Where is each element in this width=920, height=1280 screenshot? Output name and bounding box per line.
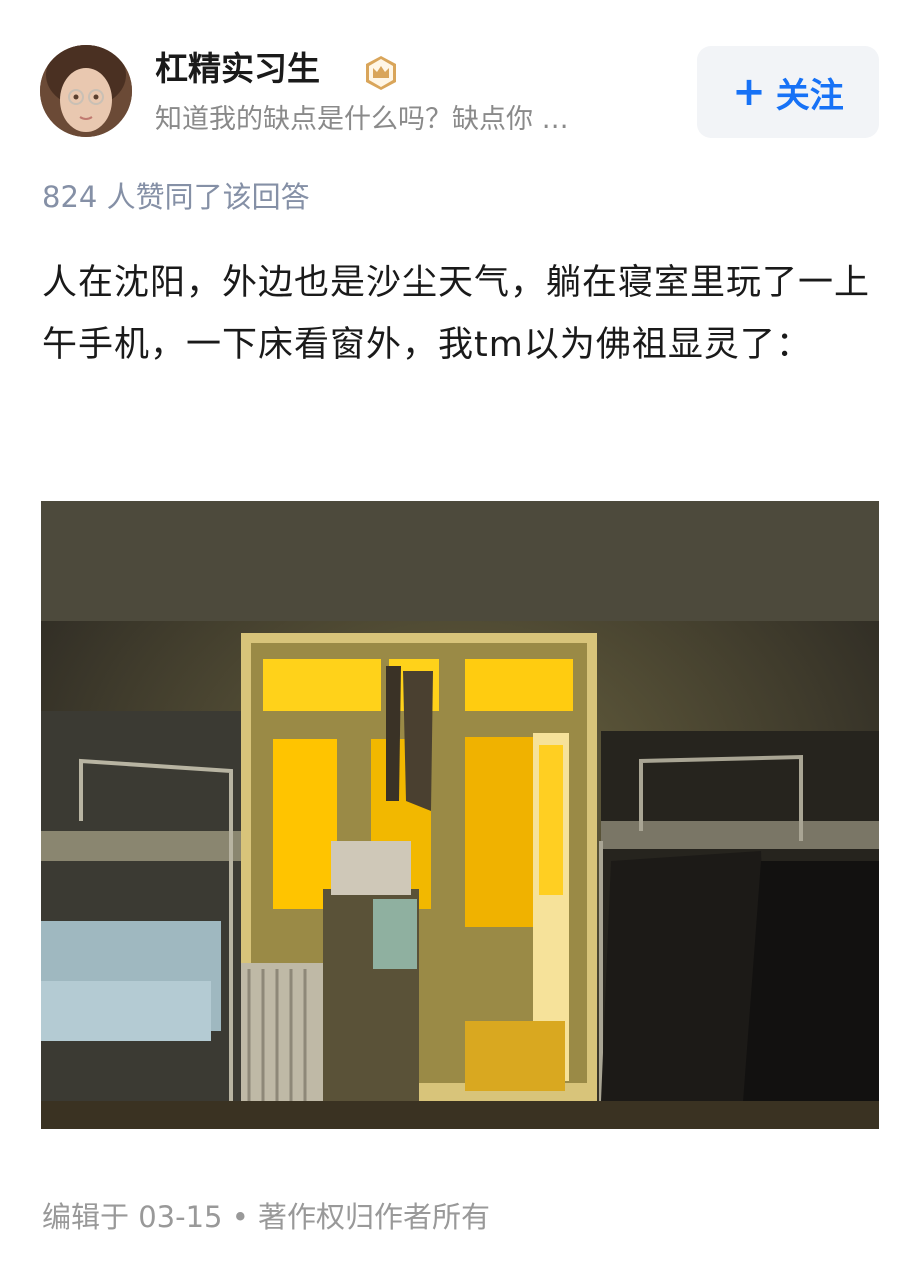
likes-count[interactable]: 824 人赞同了该回答 xyxy=(42,176,310,218)
answer-text: 人在沈阳，外边也是沙尘天气，躺在寝室里玩了一上午手机，一下床看窗外，我tm以为佛… xyxy=(42,263,871,365)
footer-separator: • xyxy=(231,1200,249,1234)
author-avatar[interactable] xyxy=(40,45,132,137)
photo-illustration xyxy=(41,501,879,1129)
crown-badge-icon xyxy=(362,54,400,92)
follow-button-label: 关注 xyxy=(775,75,844,116)
edited-date: 编辑于 03-15 xyxy=(42,1200,223,1234)
author-name[interactable]: 杠精实习生 xyxy=(155,48,320,90)
avatar-image xyxy=(40,45,132,137)
copyright-notice: 著作权归作者所有 xyxy=(258,1200,491,1234)
dorm-window-photo[interactable] xyxy=(41,501,879,1129)
follow-button[interactable]: + 关注 xyxy=(697,46,879,138)
author-bio: 知道我的缺点是什么吗？缺点你 … xyxy=(155,104,569,135)
plus-icon: + xyxy=(732,69,766,115)
post-footer: 编辑于 03-15 • 著作权归作者所有 xyxy=(42,1196,490,1238)
